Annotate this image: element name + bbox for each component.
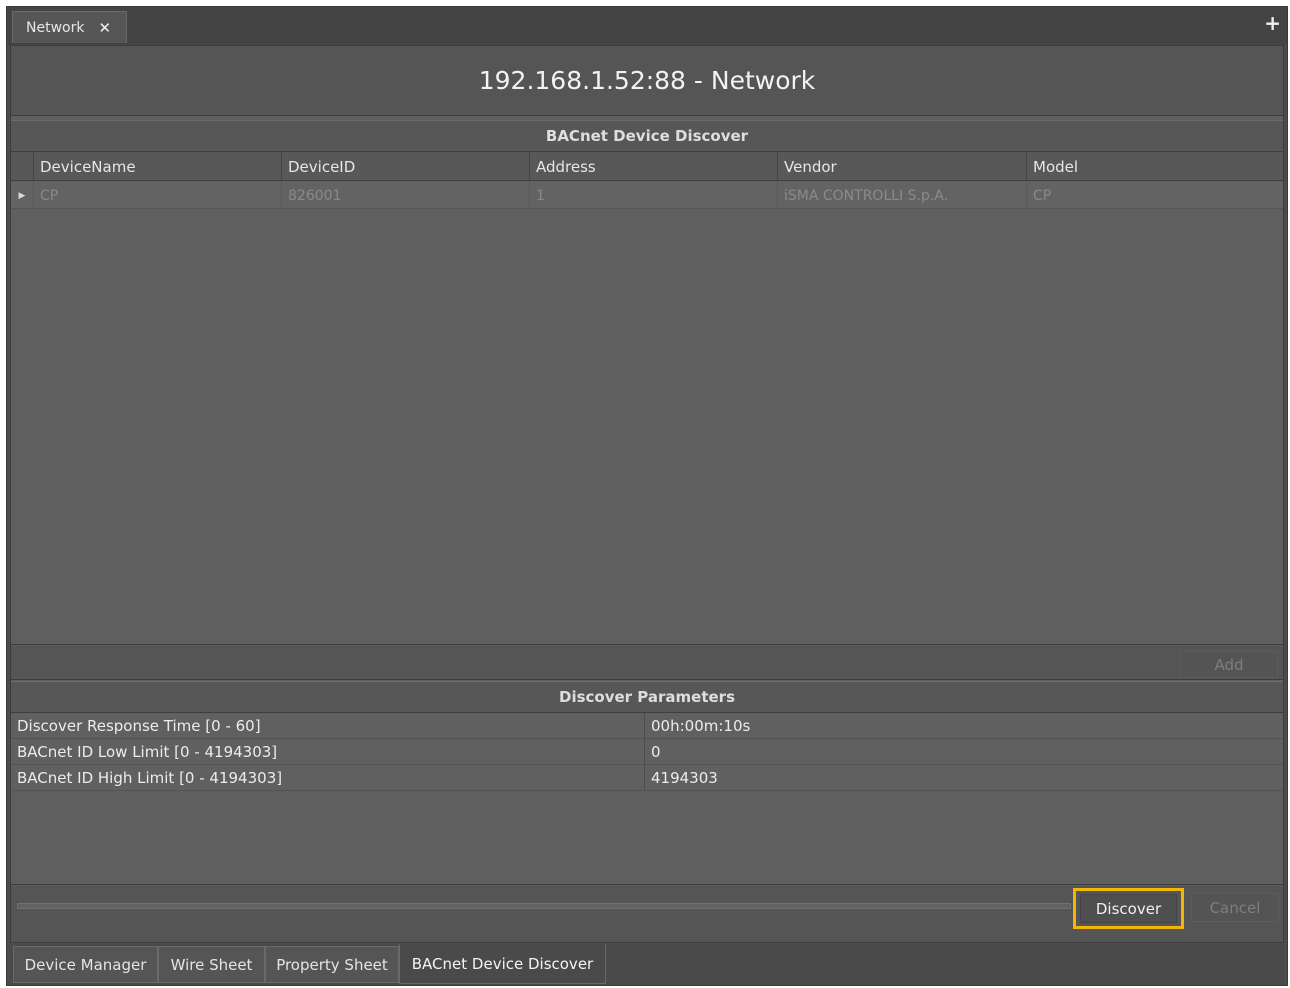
add-button[interactable]: Add <box>1180 651 1278 678</box>
parameter-row: Discover Response Time [0 - 60] 00h:00m:… <box>11 713 1283 739</box>
tab-wire-sheet[interactable]: Wire Sheet <box>158 946 265 983</box>
parameter-label: Discover Response Time [0 - 60] <box>17 717 261 735</box>
page-title: 192.168.1.52:88 - Network <box>11 46 1283 116</box>
tab-bacnet-device-discover[interactable]: BACnet Device Discover <box>399 944 606 984</box>
add-tab-icon[interactable]: + <box>1264 13 1281 33</box>
table-row[interactable]: ▶ CP 826001 1 iSMA CONTROLLI S.p.A. CP <box>11 182 1283 209</box>
parameter-row: BACnet ID Low Limit [0 - 4194303] 0 <box>11 739 1283 765</box>
discover-button[interactable]: Discover <box>1080 894 1177 923</box>
parameters-grid: Discover Response Time [0 - 60] 00h:00m:… <box>11 713 1283 885</box>
tab-network[interactable]: Network ✕ <box>12 11 127 43</box>
tab-label: Network <box>26 19 85 36</box>
parameter-row: BACnet ID High Limit [0 - 4194303] 41943… <box>11 765 1283 791</box>
cell-address: 1 <box>529 182 777 209</box>
row-indicator-header <box>11 152 33 181</box>
action-bar: Discover Cancel <box>11 886 1283 942</box>
parameter-label: BACnet ID High Limit [0 - 4194303] <box>17 769 283 787</box>
add-toolbar: Add <box>11 646 1283 680</box>
parameter-label: BACnet ID Low Limit [0 - 4194303] <box>17 743 278 761</box>
parameter-value[interactable]: 0 <box>644 739 1283 765</box>
parameter-value[interactable]: 00h:00m:10s <box>644 713 1283 739</box>
app-window: Network ✕ + 192.168.1.52:88 - Network BA… <box>6 6 1288 986</box>
parameters-section-title: Discover Parameters <box>11 681 1283 713</box>
tab-property-sheet[interactable]: Property Sheet <box>265 946 399 983</box>
discover-button-highlight[interactable]: Discover <box>1073 888 1184 929</box>
progress-bar <box>17 903 1071 909</box>
close-icon[interactable]: ✕ <box>98 19 111 37</box>
tab-bar: Network ✕ + <box>7 7 1287 45</box>
column-header-model[interactable]: Model <box>1026 152 1283 181</box>
column-header-vendor[interactable]: Vendor <box>777 152 1026 181</box>
column-header-address[interactable]: Address <box>529 152 777 181</box>
parameter-value[interactable]: 4194303 <box>644 765 1283 791</box>
discover-section-title: BACnet Device Discover <box>11 120 1283 152</box>
cancel-button[interactable]: Cancel <box>1191 893 1279 922</box>
cell-devicename: CP <box>33 182 281 209</box>
cell-vendor: iSMA CONTROLLI S.p.A. <box>777 182 1026 209</box>
grid-header: DeviceName DeviceID Address Vendor Model <box>11 152 1283 181</box>
content-panel: 192.168.1.52:88 - Network BACnet Device … <box>10 45 1284 943</box>
cell-deviceid: 826001 <box>281 182 529 209</box>
column-header-devicename[interactable]: DeviceName <box>33 152 281 181</box>
device-grid: DeviceName DeviceID Address Vendor Model… <box>11 152 1283 645</box>
view-tab-bar: Device Manager Wire Sheet Property Sheet… <box>10 944 1284 985</box>
cell-model: CP <box>1026 182 1283 209</box>
column-header-deviceid[interactable]: DeviceID <box>281 152 529 181</box>
row-selector-icon: ▶ <box>18 190 26 201</box>
tab-device-manager[interactable]: Device Manager <box>13 946 158 983</box>
